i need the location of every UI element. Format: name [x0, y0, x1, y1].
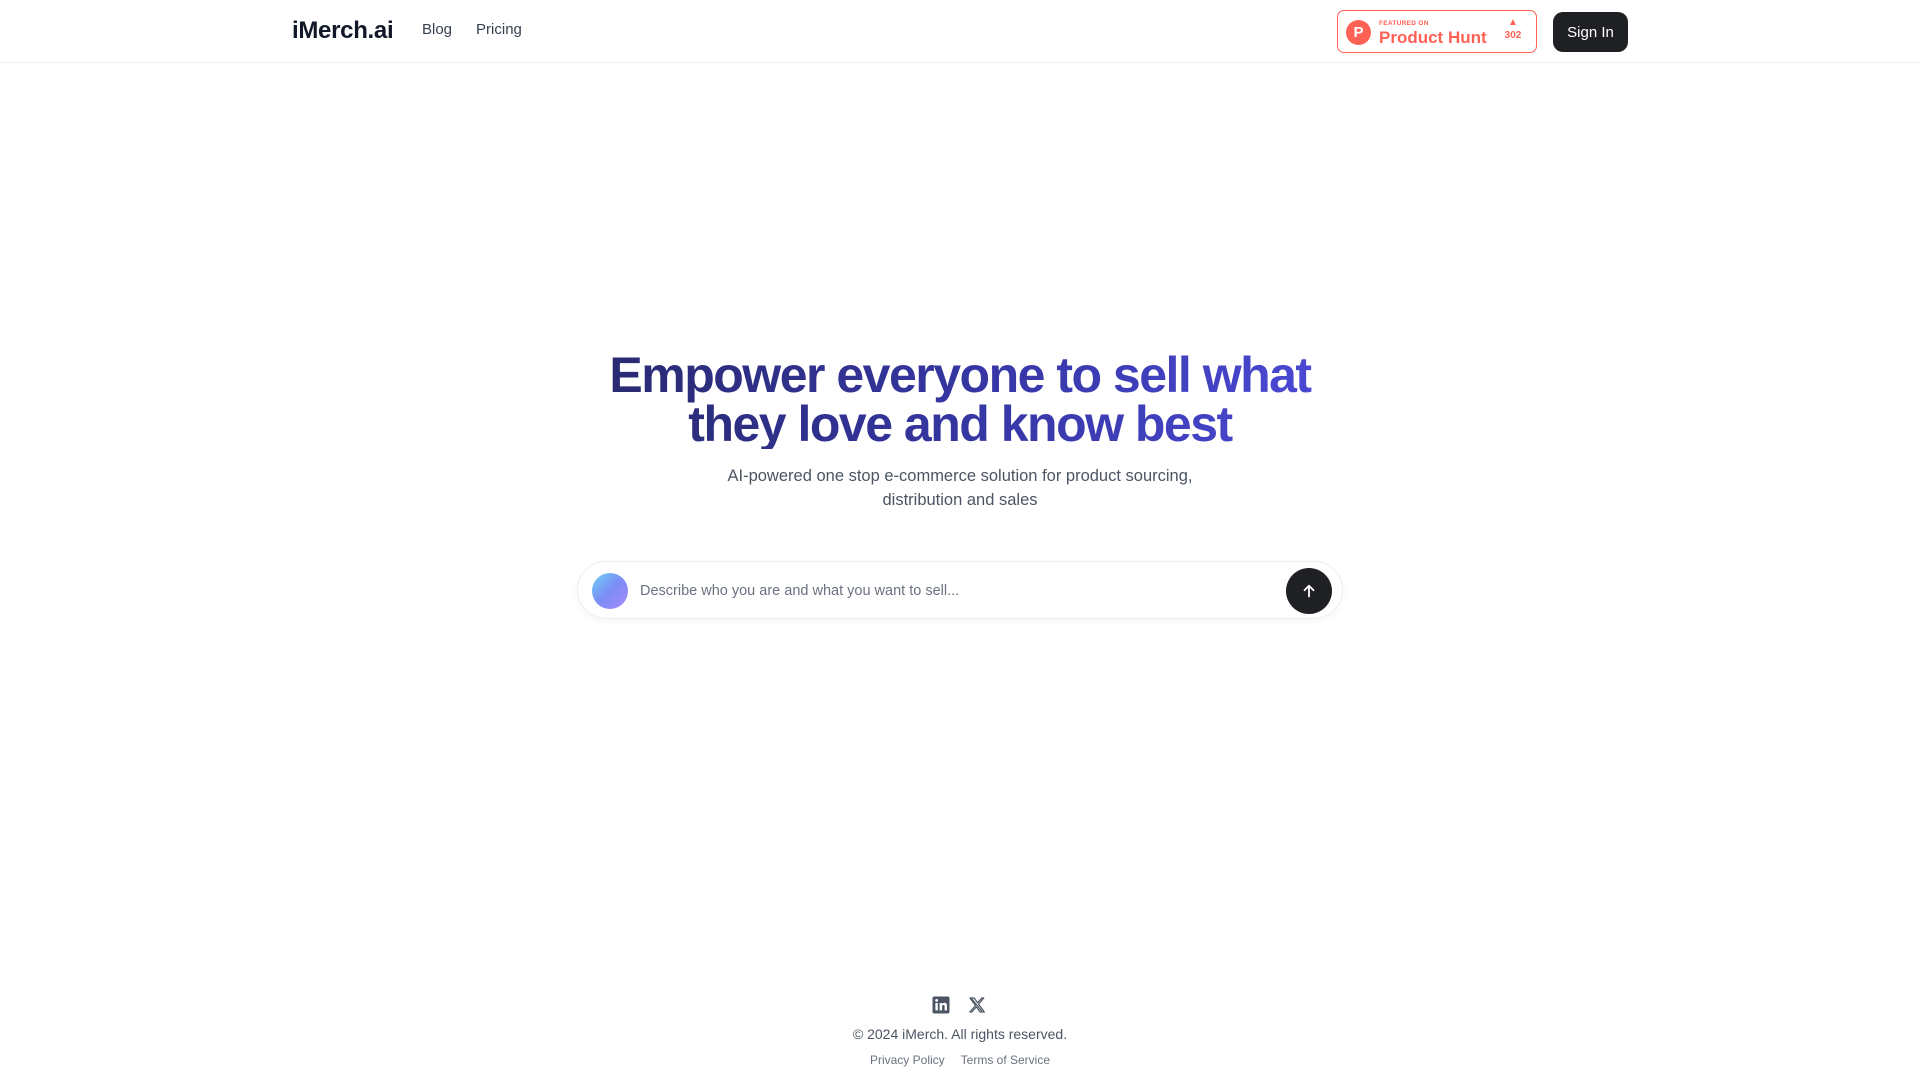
- hero-subtitle: AI-powered one stop e-commerce solution …: [660, 464, 1260, 512]
- prompt-box: [577, 561, 1343, 619]
- hero-title-line-1: Empower everyone to sell what: [609, 347, 1311, 403]
- hero-subtitle-line-1: AI-powered one stop e-commerce solution …: [727, 467, 1193, 485]
- hero-title-line-2: they love and know best: [688, 396, 1232, 452]
- copyright-text: © 2024 iMerch. All rights reserved.: [852, 1026, 1068, 1042]
- landing-page: iMerch.ai Blog Pricing P FEATURED ON Pro…: [0, 0, 1920, 1080]
- prompt-input[interactable]: [640, 576, 1260, 606]
- product-hunt-badge[interactable]: P FEATURED ON Product Hunt ▲ 302: [1337, 10, 1537, 53]
- hero-subtitle-line-2: distribution and sales: [882, 491, 1038, 509]
- upvote-triangle-icon: ▲: [1508, 17, 1518, 28]
- ai-orb-icon: [592, 573, 628, 609]
- x-twitter-icon[interactable]: [968, 996, 986, 1014]
- upvote-count: 302: [1504, 30, 1522, 41]
- product-hunt-logo-icon: P: [1346, 20, 1371, 45]
- product-hunt-featured-label: FEATURED ON: [1379, 20, 1429, 27]
- nav-link-pricing[interactable]: Pricing: [476, 21, 522, 38]
- linkedin-icon[interactable]: [932, 996, 950, 1014]
- product-hunt-name: Product Hunt: [1379, 28, 1487, 47]
- social-links: [932, 996, 986, 1014]
- hero-title: Empower everyone to sell what they love …: [560, 351, 1360, 449]
- sign-in-button[interactable]: Sign In: [1553, 12, 1628, 52]
- product-hunt-upvote: ▲ 302: [1502, 17, 1524, 42]
- send-button[interactable]: [1286, 568, 1332, 614]
- site-logo[interactable]: iMerch.ai: [292, 17, 394, 45]
- terms-of-service-link[interactable]: Terms of Service: [961, 1053, 1050, 1067]
- legal-links: Privacy Policy Terms of Service: [760, 1053, 1160, 1067]
- privacy-policy-link[interactable]: Privacy Policy: [870, 1053, 945, 1067]
- top-header: iMerch.ai Blog Pricing P FEATURED ON Pro…: [0, 0, 1920, 63]
- main-nav: Blog Pricing: [422, 21, 522, 38]
- nav-link-blog[interactable]: Blog: [422, 21, 452, 38]
- arrow-up-icon: [1303, 584, 1315, 598]
